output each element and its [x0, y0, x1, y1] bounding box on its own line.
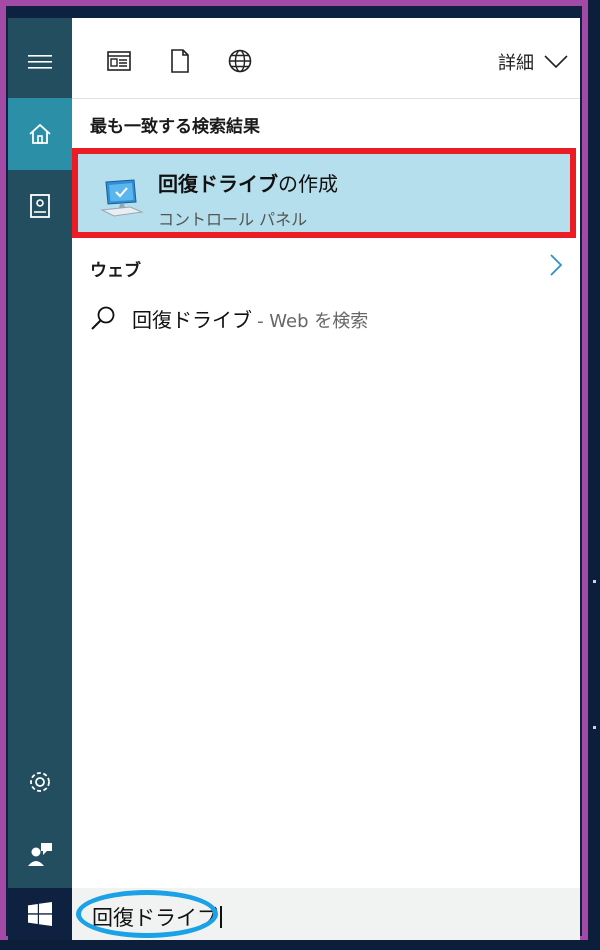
- news-app-icon[interactable]: [106, 48, 132, 74]
- web-query-text: 回復ドライブ: [132, 307, 252, 332]
- best-match-title: 回復ドライブの作成: [158, 168, 338, 197]
- desktop-pixel: [593, 726, 596, 729]
- chevron-down-icon: [544, 55, 568, 69]
- settings-icon[interactable]: [8, 746, 72, 818]
- globe-icon[interactable]: [227, 48, 253, 74]
- web-search-suggestion[interactable]: 回復ドライブ - Web を検索: [90, 300, 368, 336]
- search-box[interactable]: 回復ドライブ: [72, 888, 580, 940]
- filter-toolbar: 詳細: [72, 18, 580, 99]
- computer-monitor-icon: [100, 174, 144, 222]
- best-match-title-bold: 回復ドライブ: [158, 172, 278, 196]
- text-caret: [220, 906, 222, 928]
- windows-start-button[interactable]: [8, 888, 72, 940]
- search-icon: [91, 306, 115, 330]
- annotation-ellipse: [76, 890, 218, 938]
- start-sidebar: [8, 18, 72, 888]
- search-results-panel: 詳細 最も一致する検索結果 回復ドライブの作成 コントロール パネル ウェブ 回…: [72, 18, 580, 888]
- details-dropdown[interactable]: 詳細: [498, 48, 568, 76]
- hamburger-menu-icon[interactable]: [8, 26, 72, 98]
- best-match-title-rest: の作成: [278, 172, 338, 196]
- web-search-suffix: - Web を検索: [257, 310, 369, 332]
- desktop-edge-bottom: [0, 940, 600, 950]
- best-match-header: 最も一致する検索結果: [90, 117, 260, 137]
- windows-logo-icon: [28, 902, 52, 926]
- best-match-subtitle: コントロール パネル: [158, 210, 308, 229]
- notebook-icon[interactable]: [8, 170, 72, 242]
- best-match-result[interactable]: 回復ドライブの作成 コントロール パネル: [72, 148, 576, 238]
- home-icon[interactable]: [8, 98, 72, 170]
- details-label: 詳細: [498, 53, 534, 74]
- web-header: ウェブ: [90, 261, 141, 281]
- document-icon[interactable]: [167, 48, 193, 74]
- feedback-icon[interactable]: [8, 818, 72, 890]
- desktop-pixel: [593, 580, 596, 583]
- desktop-edge: [588, 0, 600, 950]
- chevron-right-icon[interactable]: [550, 254, 563, 280]
